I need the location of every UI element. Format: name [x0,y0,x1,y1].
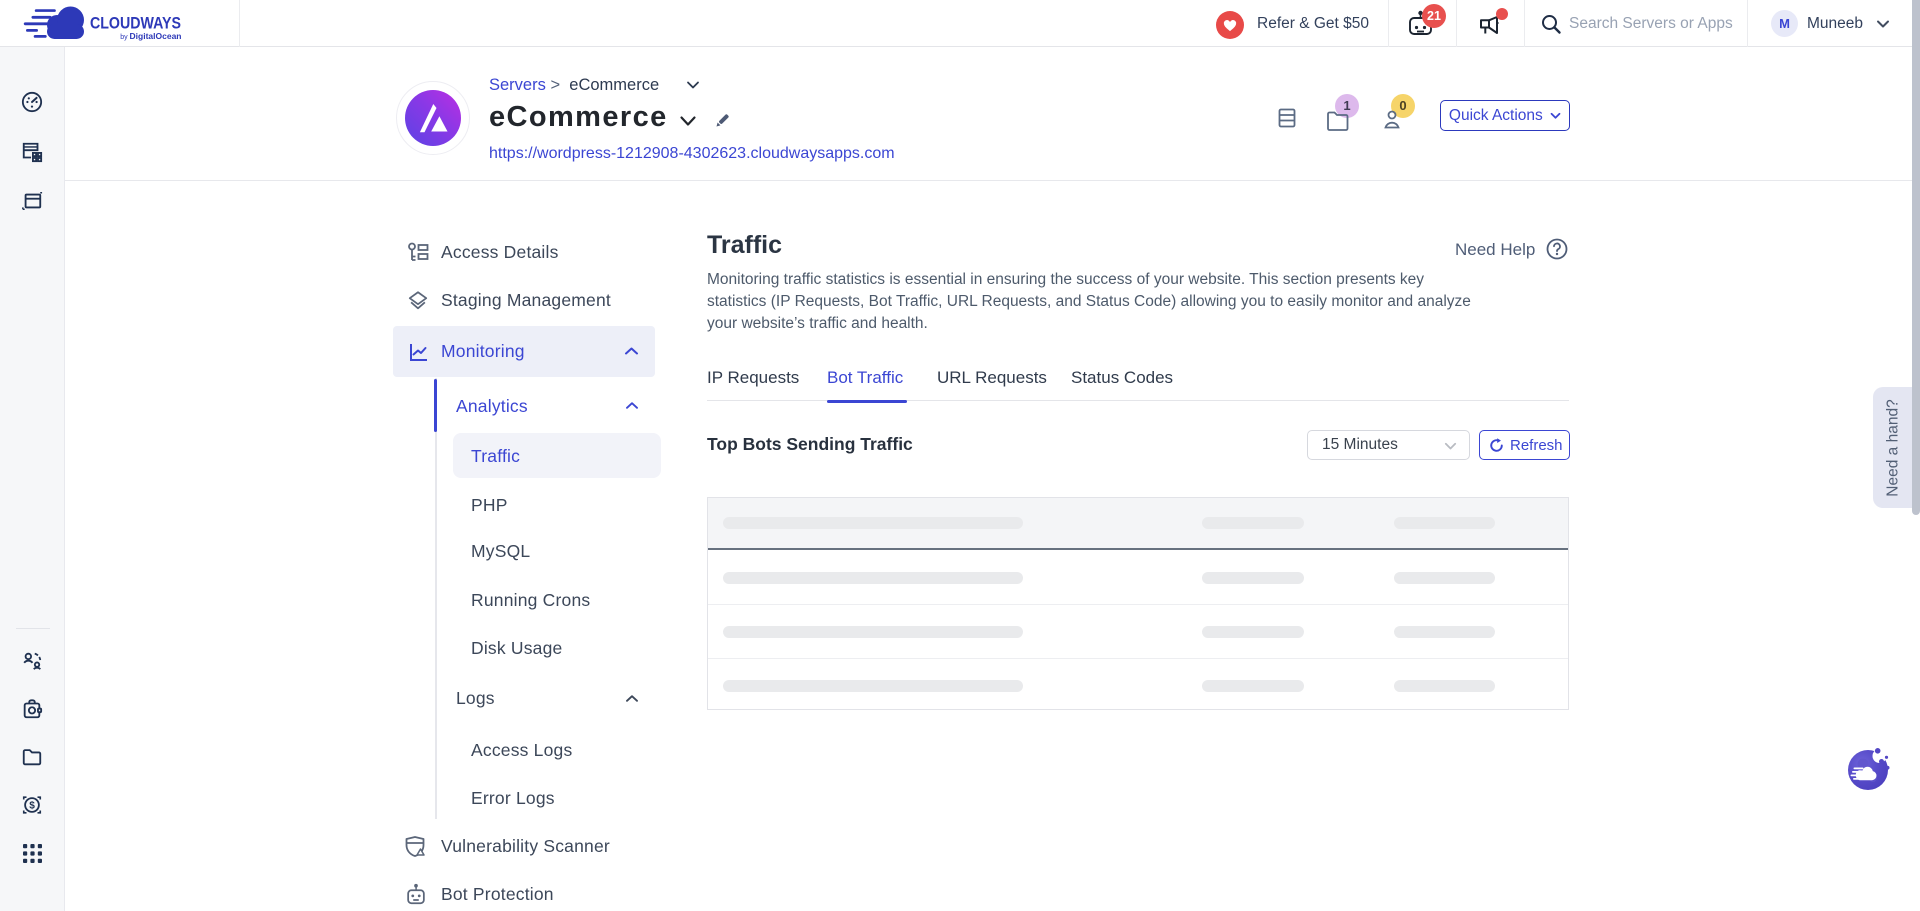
svg-text:by DigitalOcean: by DigitalOcean [120,31,181,41]
svg-text:CLOUDWAYS: CLOUDWAYS [90,13,181,32]
svg-text:$: $ [29,801,35,812]
